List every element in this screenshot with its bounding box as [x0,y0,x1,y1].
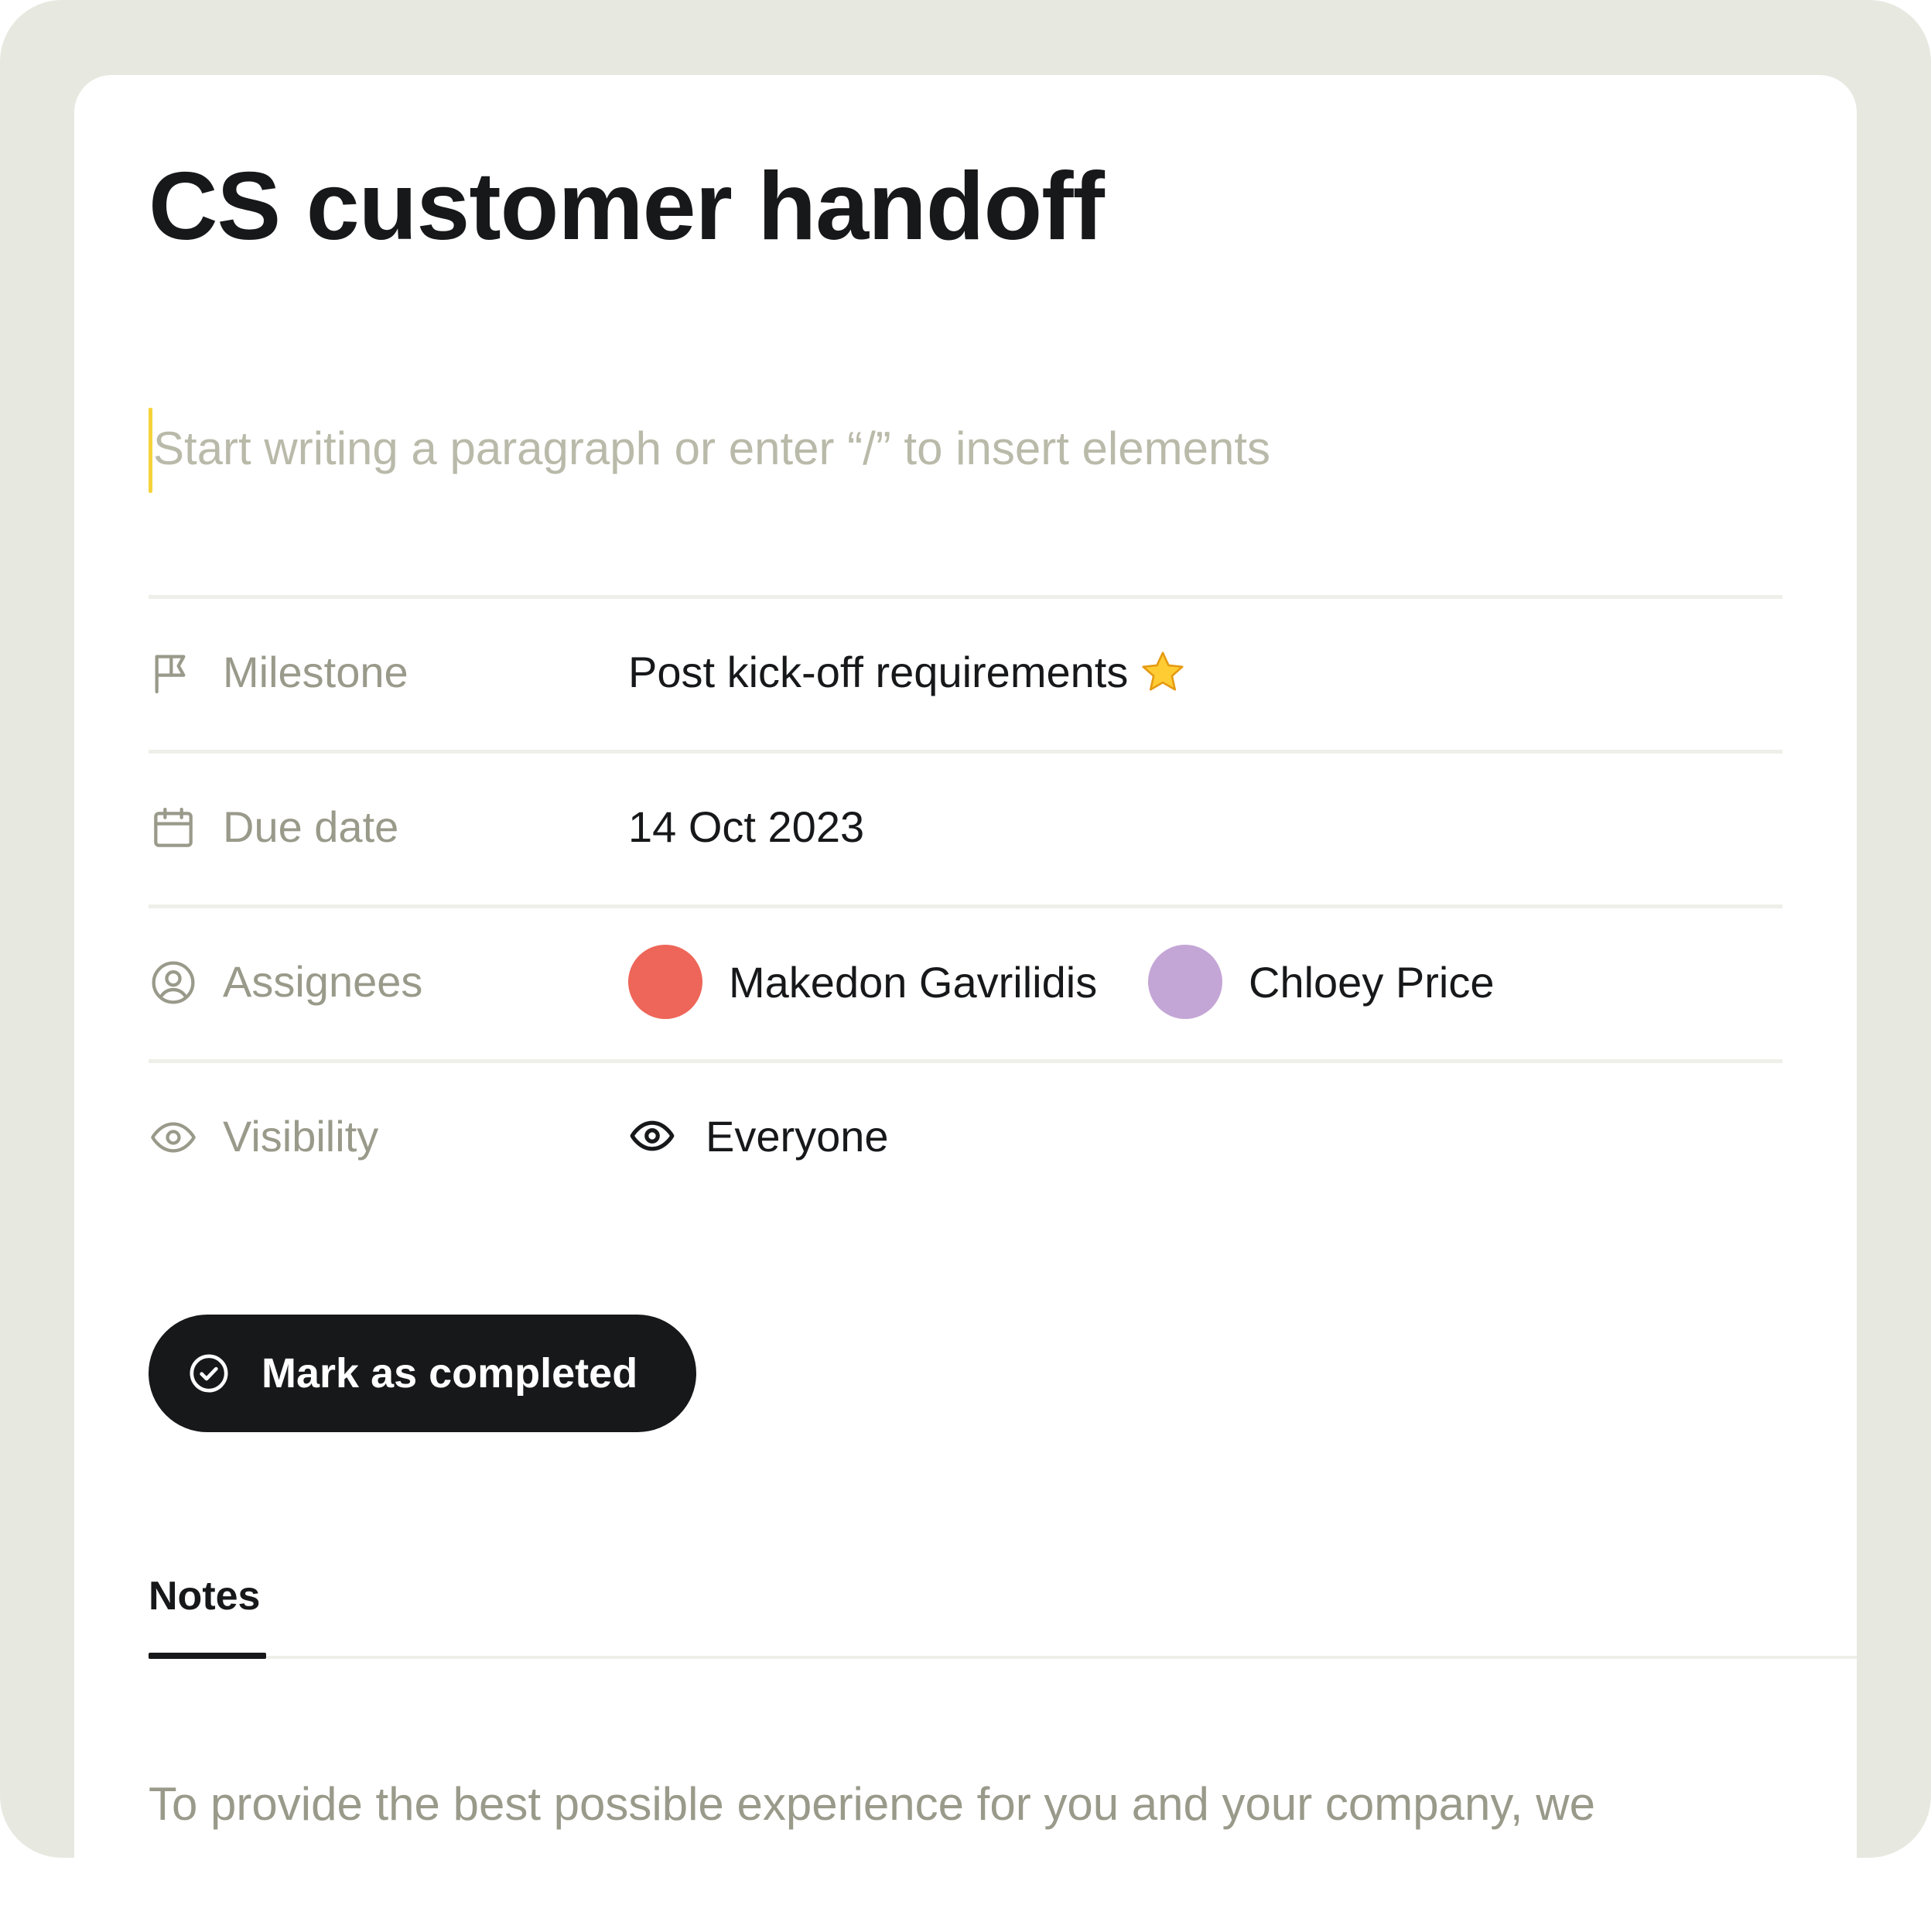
assignee-chip[interactable]: Makedon Gavrilidis [628,945,1097,1019]
property-row-assignees: Assignees Makedon Gavrilidis Chloey Pric… [149,904,1782,1059]
text-caret [149,408,152,493]
property-row-milestone: Milestone Post kick-off requirements [149,595,1782,750]
tab-notes[interactable]: Notes [149,1561,266,1659]
mark-completed-button[interactable]: Mark as completed [149,1315,696,1432]
notes-content[interactable]: To provide the best possible experience … [149,1770,1595,1839]
properties-list: Milestone Post kick-off requirements Due… [149,595,1782,1214]
visibility-selector[interactable]: Everyone [628,1105,889,1167]
property-label: Due date [223,802,399,851]
flag-icon [155,655,186,694]
eye-icon [151,1122,196,1153]
property-label: Assignees [223,957,423,1006]
active-tab-indicator [149,1653,266,1659]
visibility-value: Everyone [706,1111,889,1161]
tab-label: Notes [149,1574,261,1619]
due-date-value[interactable]: 14 Oct 2023 [628,800,864,854]
assignee-name: Makedon Gavrilidis [729,957,1098,1007]
milestone-value[interactable]: Post kick-off requirements [628,645,1187,699]
property-label: Milestone [223,648,408,696]
tab-bar: Notes [149,1561,1857,1659]
description-editor[interactable]: Start writing a paragraph or enter “/” t… [149,408,1782,493]
check-circle-icon [190,1354,228,1393]
page-title[interactable]: CS customer handoff [149,149,1105,265]
assignee-name: Chloey Price [1249,957,1495,1007]
task-card: CS customer handoff Start writing a para… [74,75,1857,1932]
tab-divider [149,1656,1857,1659]
property-label: Visibility [223,1112,379,1161]
mark-completed-label: Mark as completed [261,1350,638,1397]
property-row-due-date: Due date 14 Oct 2023 [149,750,1782,904]
editor-placeholder: Start writing a paragraph or enter “/” t… [153,422,1270,474]
property-row-visibility: Visibility Everyone [149,1059,1782,1214]
avatar [628,945,702,1019]
user-circle-icon [152,961,195,1004]
eye-icon [630,1120,675,1151]
assignee-chip[interactable]: Chloey Price [1148,945,1494,1019]
milestone-name: Post kick-off requirements [628,648,1129,696]
calendar-icon [154,807,193,847]
avatar [1148,945,1222,1019]
star-icon [1142,651,1184,691]
